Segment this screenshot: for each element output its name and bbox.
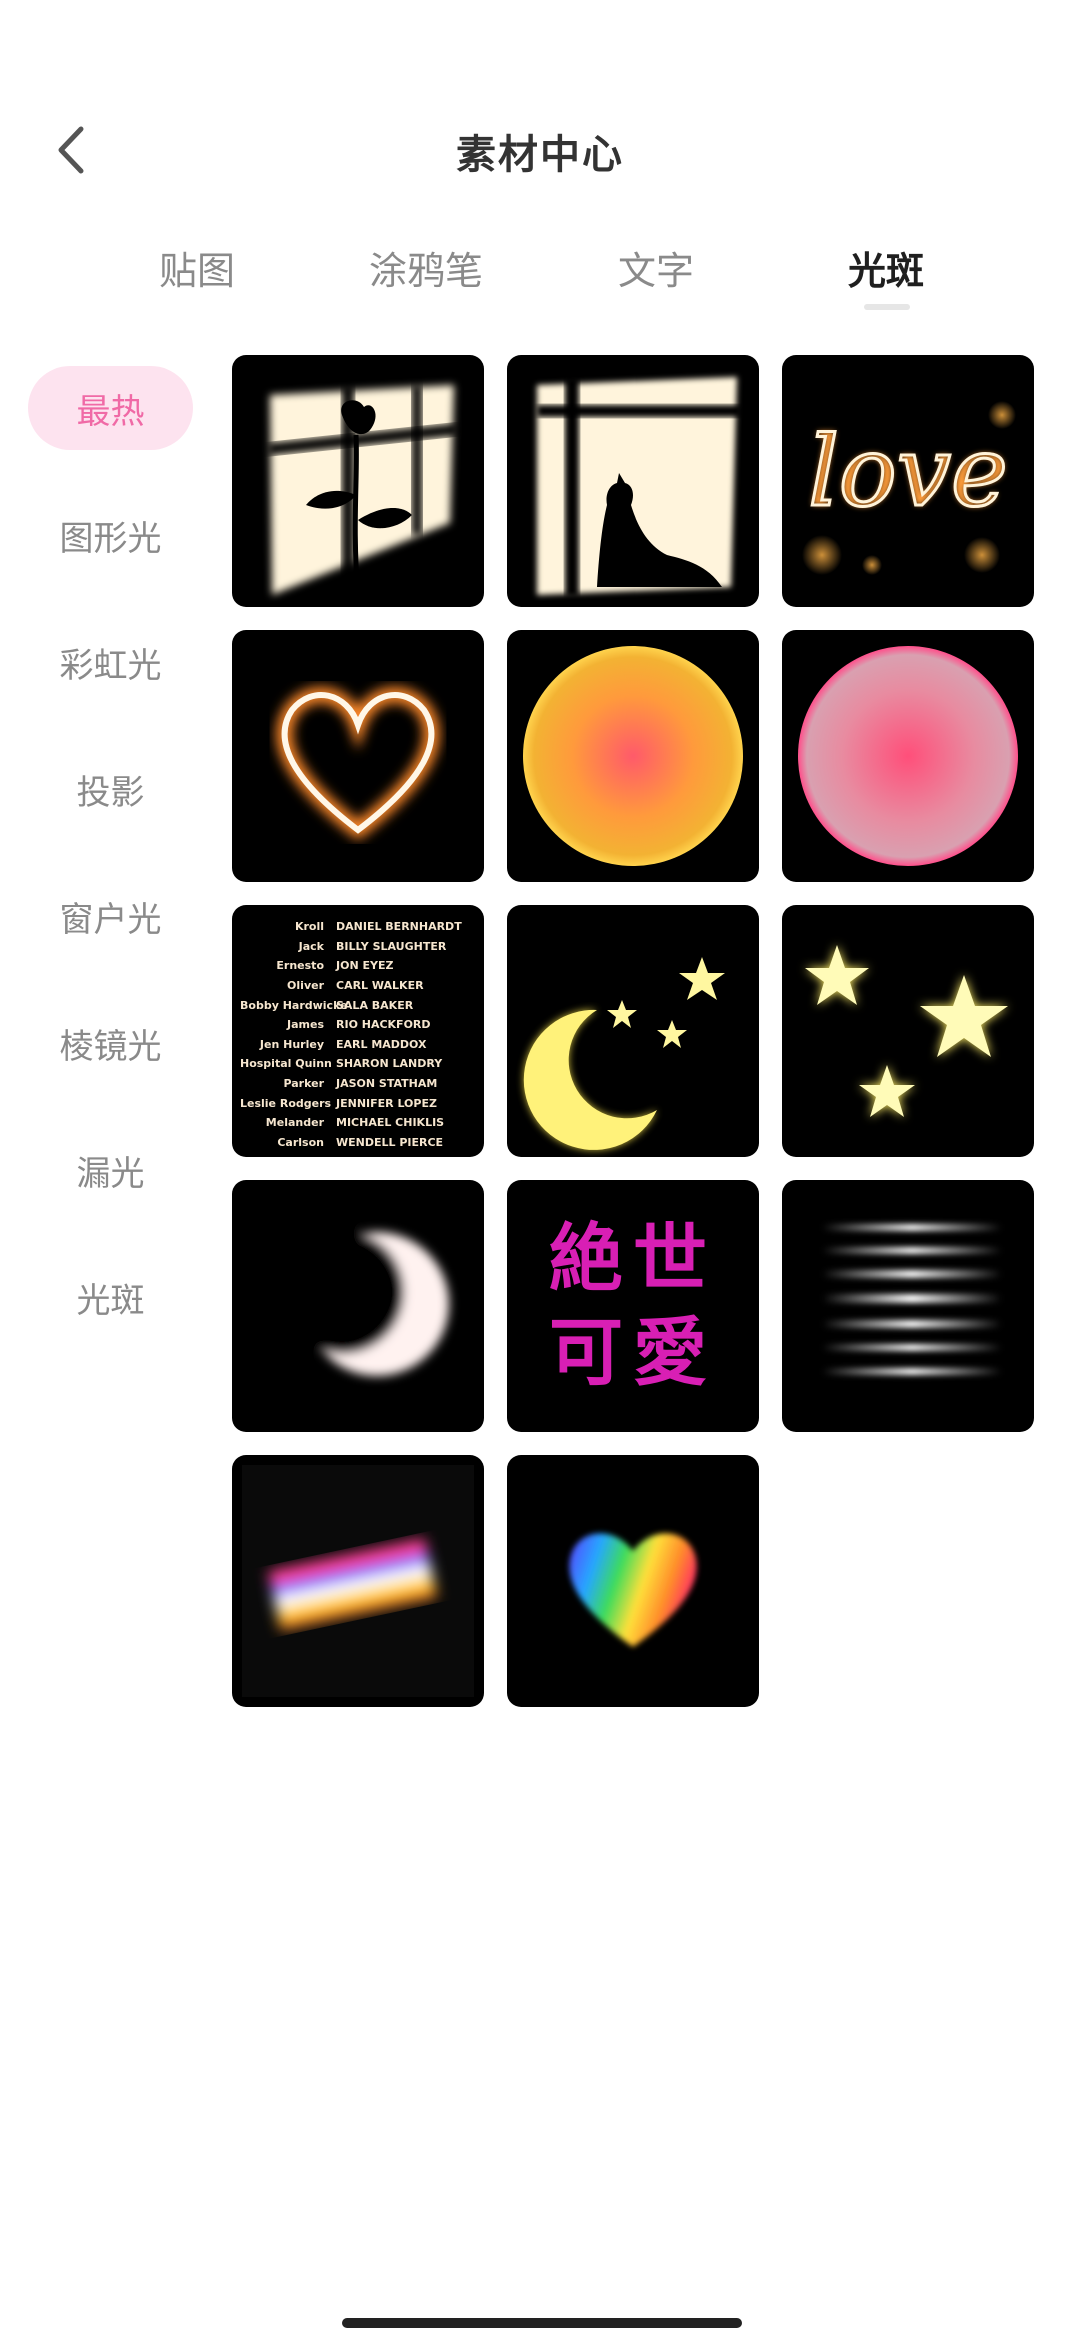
material-tile-three-stars[interactable] <box>782 905 1034 1157</box>
tab-bar: 贴图 涂鸦笔 文字 光斑 <box>0 240 1080 320</box>
credit-actor: SHARON LANDRY <box>336 1057 443 1071</box>
credit-actor: WENDELL PIERCE <box>336 1135 444 1149</box>
credit-row: James RIO HACKFORD <box>240 1015 476 1035</box>
sidebar-item-light-spots[interactable]: 光斑 <box>28 1255 193 1339</box>
cjk-text-label: 絶世 可愛 <box>507 1180 759 1432</box>
material-tile-glowing-heart[interactable] <box>232 630 484 882</box>
credit-row: Leslie Rodgers JENNIFER LOPEZ <box>240 1093 476 1113</box>
credit-row: Jen Hurley EARL MADDOX <box>240 1035 476 1055</box>
sidebar-item-prism-light[interactable]: 棱镜光 <box>28 1001 193 1085</box>
credit-character: Melander <box>265 1116 324 1130</box>
material-tile-window-rose[interactable] <box>232 355 484 607</box>
credit-character: Bobby Hardwicke <box>240 998 348 1012</box>
material-tile-cjk-text[interactable]: 絶世 可愛 <box>507 1180 759 1432</box>
horizontal-light-streaks-icon <box>822 1224 1002 1375</box>
sidebar-item-light-leak[interactable]: 漏光 <box>28 1128 193 1212</box>
credit-character: Kroll <box>294 920 324 934</box>
credit-actor: MICHAEL CHIKLIS <box>336 1116 445 1130</box>
glowing-heart-icon <box>276 687 440 841</box>
tab-text[interactable]: 文字 <box>556 240 756 295</box>
cjk-line-2: 可愛 <box>549 1310 717 1396</box>
orange-gradient-circle-icon <box>523 646 743 866</box>
credit-row: Jack BILLY SLAUGHTER <box>240 937 476 957</box>
credit-actor: BILLY SLAUGHTER <box>336 939 447 953</box>
credit-row: Melander MICHAEL CHIKLIS <box>240 1113 476 1133</box>
svg-text:love: love <box>808 416 1008 528</box>
credit-actor: JON EYEZ <box>336 959 394 973</box>
credit-actor: DANIEL BERNHARDT <box>336 920 462 934</box>
tab-active-indicator <box>864 304 910 310</box>
credit-row: Ernesto JON EYEZ <box>240 956 476 976</box>
tab-light-spots[interactable]: 光斑 <box>786 240 986 295</box>
sidebar-item-shape-light[interactable]: 图形光 <box>28 493 193 577</box>
credit-character: Jack <box>298 939 324 953</box>
credit-character: Oliver <box>287 979 324 993</box>
movie-credits-text: Kroll DANIEL BERNHARDT Jack BILLY SLAUGHTER… <box>232 905 484 1157</box>
credit-character: James <box>287 1018 324 1032</box>
sidebar-item-projection[interactable]: 投影 <box>28 747 193 831</box>
rainbow-streak-icon <box>242 1465 474 1697</box>
credit-row: Bobby Hardwicke SALA BAKER <box>240 995 476 1015</box>
material-tile-window-cat[interactable] <box>507 355 759 607</box>
credit-character: Ernesto <box>276 959 324 973</box>
credit-row: Oliver CARL WALKER <box>240 976 476 996</box>
material-tile-crescent-moon[interactable] <box>232 1180 484 1432</box>
material-tile-light-streaks[interactable] <box>782 1180 1034 1432</box>
sidebar-item-rainbow-light[interactable]: 彩虹光 <box>28 620 193 704</box>
window-cat-shadow-icon <box>537 377 742 597</box>
rainbow-heart-icon <box>569 1533 697 1647</box>
sidebar-item-hottest[interactable]: 最热 <box>28 366 193 450</box>
material-tile-rainbow-heart[interactable] <box>507 1455 759 1707</box>
page-title: 素材中心 <box>456 132 624 178</box>
credit-character: Jen Hurley <box>259 1037 324 1051</box>
tab-doodle-pen[interactable]: 涂鸦笔 <box>326 240 526 295</box>
material-tile-movie-credits[interactable]: Kroll DANIEL BERNHARDT Jack BILLY SLAUGHTER… <box>232 905 484 1157</box>
credit-actor: JENNIFER LOPEZ <box>336 1096 437 1110</box>
credit-actor: EARL MADDOX <box>336 1037 427 1051</box>
credit-row: Kroll DANIEL BERNHARDT <box>240 917 476 937</box>
material-tile-pink-circle[interactable] <box>782 630 1034 882</box>
credit-row: Hospital Quinn SHARON LANDRY <box>240 1054 476 1074</box>
love-sparkler-icon: love love <box>802 401 1016 575</box>
home-indicator <box>342 2318 742 2328</box>
material-tile-love-sparkler[interactable]: love love <box>782 355 1034 607</box>
sidebar-item-window-light[interactable]: 窗户光 <box>28 874 193 958</box>
credit-row: Carlson WENDELL PIERCE <box>240 1133 476 1153</box>
three-stars-icon <box>805 945 1008 1117</box>
crescent-moon-icon <box>280 1230 449 1376</box>
credit-character: Leslie Rodgers <box>240 1096 332 1110</box>
credit-actor: CARL WALKER <box>336 979 424 993</box>
credit-character: Parker <box>283 1077 324 1091</box>
pink-gradient-circle-icon <box>798 646 1018 866</box>
credit-actor: SALA BAKER <box>336 998 414 1012</box>
credit-actor: RIO HACKFORD <box>336 1018 431 1032</box>
credit-character: Carlson <box>277 1135 324 1149</box>
material-tile-moon-stars[interactable] <box>507 905 759 1157</box>
window-rose-shadow-icon <box>268 385 458 596</box>
credit-row: Parker JASON STATHAM <box>240 1074 476 1094</box>
material-tile-orange-circle[interactable] <box>507 630 759 882</box>
moon-and-stars-icon <box>523 957 725 1150</box>
material-tile-rainbow-streak[interactable] <box>232 1455 484 1707</box>
credit-actor: JASON STATHAM <box>336 1077 438 1091</box>
credit-character: Hospital Quinn <box>240 1057 332 1071</box>
tab-stickers[interactable]: 贴图 <box>97 240 297 295</box>
cjk-line-1: 絶世 <box>549 1216 717 1302</box>
